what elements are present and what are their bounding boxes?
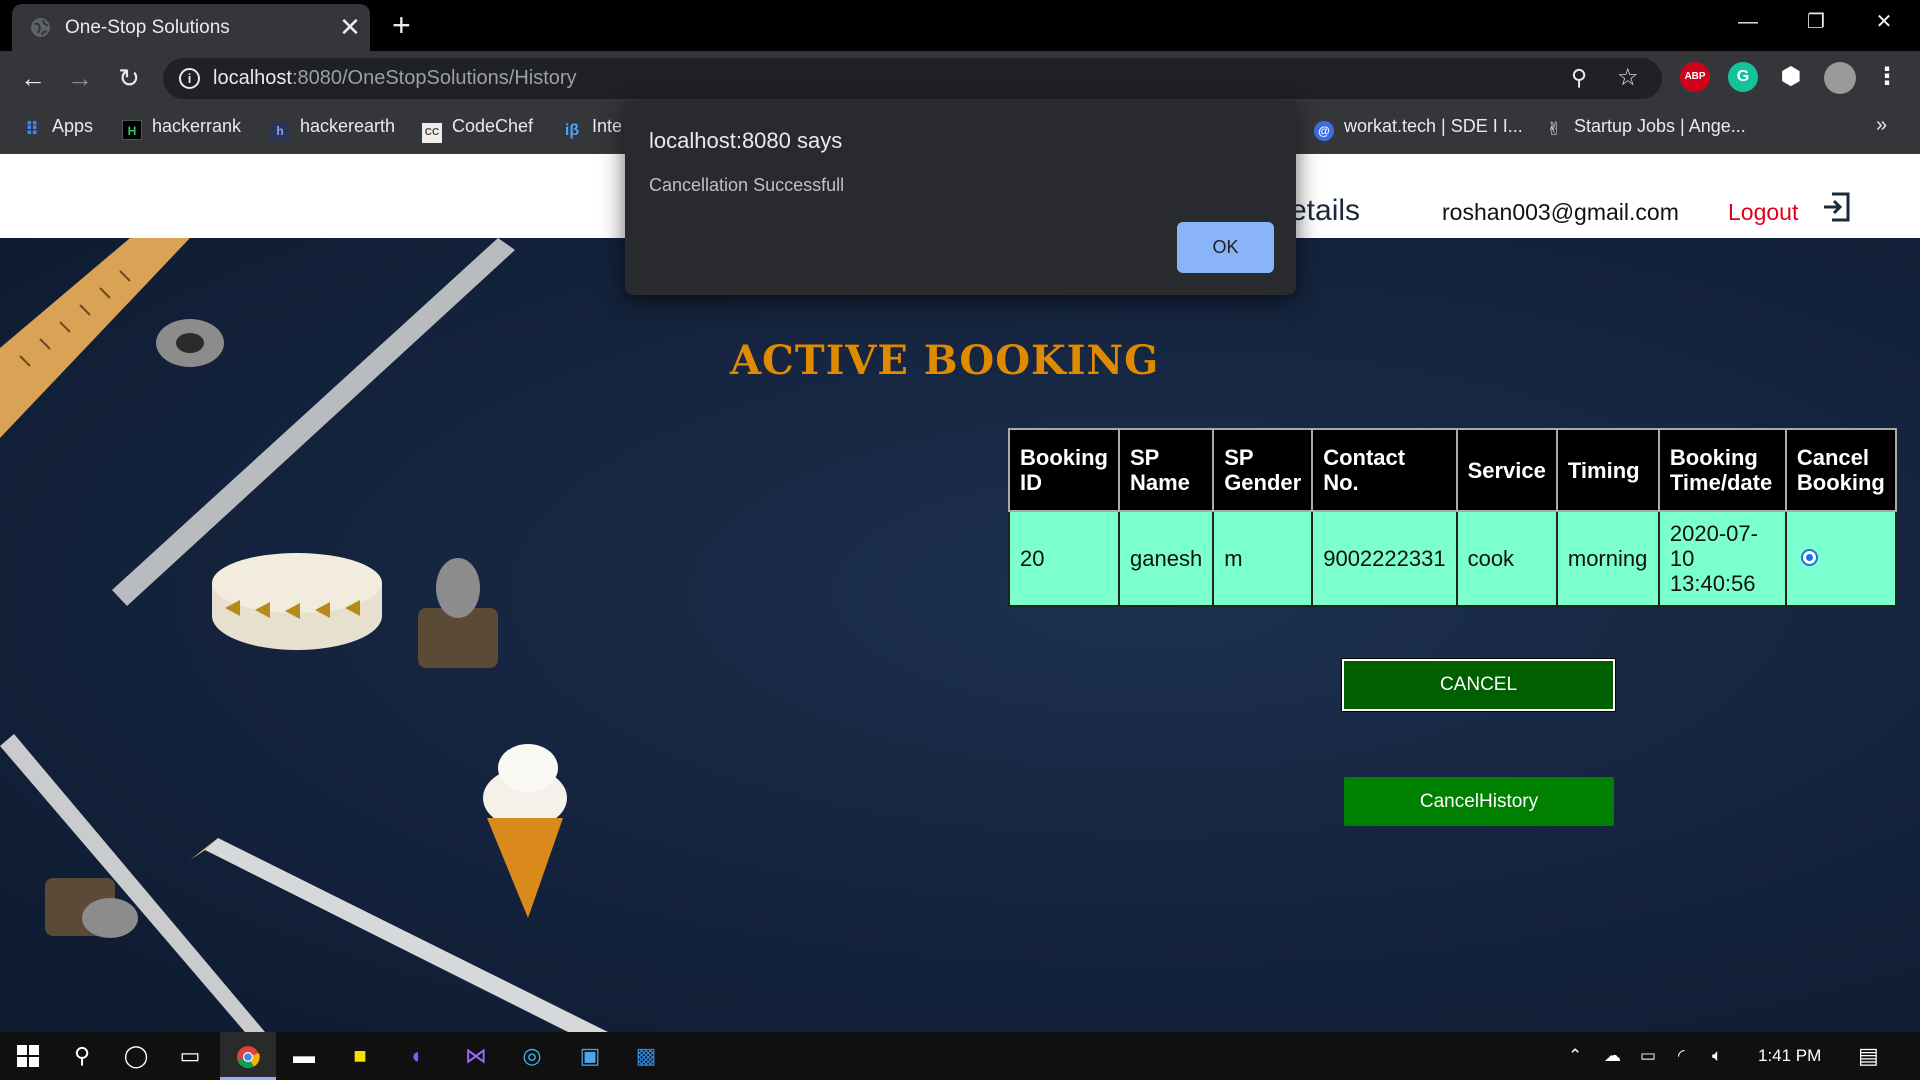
bookmark-hackerearth[interactable]: h hackerearth (270, 116, 395, 141)
cell-timing: morning (1555, 510, 1660, 607)
column-header-contact: Contact No. (1311, 428, 1458, 512)
cell-service: cook (1455, 510, 1558, 607)
close-window-button[interactable]: ✕ (1852, 0, 1916, 44)
wifi-icon[interactable]: ◜ (1678, 1032, 1685, 1080)
cancel-button[interactable]: CANCEL (1342, 659, 1615, 711)
bookmark-apps[interactable]: ⠿ Apps (22, 116, 93, 139)
photos-icon[interactable]: ▣ (562, 1032, 618, 1080)
cancel-booking-radio[interactable] (1800, 549, 1818, 566)
apps-grid-icon: ⠿ (24, 119, 40, 139)
cell-booking-id: 20 (1008, 510, 1120, 607)
extensions-puzzle-icon[interactable]: ⬢ (1776, 62, 1806, 92)
logout-icon[interactable] (1820, 190, 1854, 224)
logout-link[interactable]: Logout (1728, 199, 1798, 226)
adblock-extension-icon[interactable]: ABP (1680, 62, 1710, 92)
hackerrank-icon: H (122, 120, 142, 140)
table-row: 20 ganesh m 9002222331 cook morning 2020… (1008, 510, 1897, 607)
back-icon[interactable]: ← (16, 61, 50, 95)
search-icon[interactable]: ⚲ (54, 1032, 110, 1080)
bookmark-codechef[interactable]: CC CodeChef (422, 116, 533, 143)
cancel-history-button[interactable]: CancelHistory (1344, 777, 1614, 826)
grammarly-extension-icon[interactable]: G (1728, 62, 1758, 92)
browser-toolbar: ← → ↻ i localhost:8080/OneStopSolutions/… (0, 51, 1920, 104)
column-header-service: Service (1455, 428, 1558, 512)
workat-icon: @ (1314, 121, 1334, 141)
bookmarks-overflow-icon[interactable]: » (1876, 114, 1887, 137)
cell-sp-name: ganesh (1117, 510, 1215, 607)
tab-title: One-Stop Solutions (65, 17, 230, 38)
column-header-sp-gender: SP Gender (1212, 428, 1314, 512)
bookmark-star-icon[interactable]: ☆ (1617, 63, 1639, 92)
cell-cancel-booking (1784, 510, 1897, 607)
profile-avatar[interactable] (1824, 62, 1856, 94)
url-text[interactable]: localhost:8080/OneStopSolutions/History (213, 67, 577, 90)
cell-sp-gender: m (1212, 510, 1314, 607)
column-header-booking-id: Booking ID (1008, 428, 1120, 512)
visual-studio-icon[interactable]: ⋈ (448, 1032, 504, 1080)
bookmark-interviewbit[interactable]: iβ Inte (562, 116, 622, 141)
desk-decoration-image (0, 238, 608, 1032)
interviewbit-icon: iβ (564, 122, 580, 139)
column-header-sp-name: SP Name (1117, 428, 1215, 512)
taskbar-clock[interactable]: 1:41 PM (1758, 1032, 1821, 1080)
show-hidden-icons-icon[interactable]: ⌃ (1568, 1032, 1582, 1080)
url-path: :8080/OneStopSolutions/History (291, 67, 577, 89)
alert-ok-button[interactable]: OK (1177, 222, 1274, 273)
address-bar[interactable]: i localhost:8080/OneStopSolutions/Histor… (163, 58, 1662, 99)
restore-window-button[interactable]: ❐ (1784, 0, 1848, 44)
tab-strip: One-Stop Solutions ✕ + — ❐ ✕ (0, 0, 1920, 51)
browser-tab[interactable]: One-Stop Solutions ✕ (12, 4, 370, 51)
onedrive-icon[interactable]: ☁ (1604, 1032, 1621, 1080)
eclipse-icon[interactable]: ◐ (390, 1032, 446, 1080)
new-tab-button[interactable]: + (392, 9, 411, 41)
alert-message: Cancellation Successfull (649, 175, 845, 195)
alert-dialog: localhost:8080 says Cancellation Success… (625, 101, 1296, 295)
edge-icon[interactable]: ◎ (504, 1032, 560, 1080)
minimize-window-button[interactable]: — (1716, 0, 1780, 44)
site-info-icon[interactable]: i (179, 68, 200, 89)
windows-taskbar: ⚲ ◯ ▭ ▬ ■ ◐ ⋈ ◎ ▣ ▩ ⌃ ☁ ▭ ◜ 🔈︎ 1:41 PM ▤ (0, 1032, 1920, 1080)
chrome-taskbar-icon[interactable] (220, 1032, 276, 1080)
bookmark-workat[interactable]: @ workat.tech | SDE I I... (1314, 116, 1523, 141)
user-email: roshan003@gmail.com (1442, 199, 1679, 225)
cortana-icon[interactable]: ◯ (108, 1032, 164, 1080)
close-tab-icon[interactable]: ✕ (337, 12, 363, 42)
angellist-icon: ✌ (1546, 119, 1562, 139)
browser-menu-icon[interactable]: ⋮ (1872, 62, 1902, 92)
sticky-notes-icon[interactable]: ■ (332, 1032, 388, 1080)
column-header-booking-time: Booking Time/date (1657, 428, 1787, 512)
app-taskbar-icon[interactable]: ▩ (618, 1032, 674, 1080)
table-header-row: Booking ID SP Name SP Gender Contact No. Ser… (1008, 428, 1897, 512)
volume-icon[interactable]: 🔈︎ (1712, 1032, 1722, 1080)
forward-icon[interactable]: → (63, 61, 97, 95)
bookmark-angellist[interactable]: ✌ Startup Jobs | Ange... (1544, 116, 1745, 139)
start-icon[interactable] (0, 1032, 56, 1080)
cell-booking-time: 2020-07- 10 13:40:56 (1657, 510, 1787, 607)
codechef-icon: CC (422, 123, 442, 143)
cell-contact: 9002222331 (1311, 510, 1458, 607)
reload-icon[interactable]: ↻ (112, 61, 146, 95)
column-header-cancel-booking: Cancel Booking (1784, 428, 1897, 512)
bookmark-hackerrank[interactable]: Hhackerrank (122, 116, 241, 140)
page-title: ACTIVE BOOKING (730, 337, 1160, 384)
globe-icon (31, 18, 50, 37)
booking-table: Booking ID SP Name SP Gender Contact No. Ser… (1008, 428, 1897, 607)
hackerearth-icon: h (270, 121, 290, 141)
alert-title: localhost:8080 says (649, 128, 843, 153)
column-header-timing: Timing (1555, 428, 1660, 512)
notifications-icon[interactable]: ▤ (1858, 1032, 1879, 1080)
zoom-icon[interactable]: ⚲ (1571, 65, 1587, 91)
battery-icon[interactable]: ▭ (1640, 1032, 1656, 1080)
task-view-icon[interactable]: ▭ (162, 1032, 218, 1080)
file-explorer-icon[interactable]: ▬ (276, 1032, 332, 1080)
url-host: localhost (213, 67, 292, 89)
